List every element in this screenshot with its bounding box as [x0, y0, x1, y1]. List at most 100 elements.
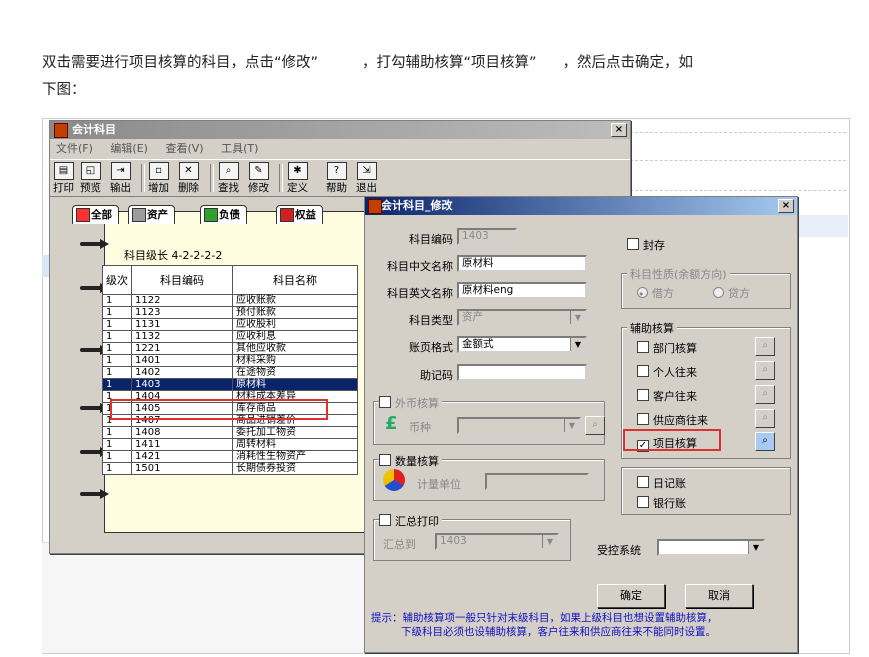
menu-file[interactable]: 文件(F)	[56, 142, 93, 155]
table-row[interactable]: 1 1122 应收账款	[102, 294, 358, 307]
dialog-titlebar[interactable]: 会计科目_修改 ×	[365, 197, 797, 215]
chevron-down-icon: ▼	[542, 535, 557, 548]
type-select: 资产 ▼	[457, 309, 587, 326]
table-row[interactable]: 1 1411 周转材料	[102, 438, 358, 451]
modify-button[interactable]: ✎ 修改	[248, 162, 269, 194]
tab-assets[interactable]: 资产	[128, 205, 175, 224]
help-button[interactable]: ? 帮助	[326, 162, 347, 194]
table-row[interactable]: 1 1501 长期债券投资	[102, 462, 358, 475]
foreign-currency-label: 外币核算	[395, 397, 439, 410]
chevron-down-icon[interactable]: ▼	[748, 541, 763, 554]
exit-button[interactable]: ⇲ 退出	[356, 162, 377, 194]
customer-search-icon[interactable]: ⌕	[755, 385, 775, 404]
department-search-icon[interactable]: ⌕	[755, 337, 775, 356]
add-button[interactable]: ▫ 增加	[148, 162, 169, 194]
table-row[interactable]: 1 1221 其他应收款	[102, 342, 358, 355]
controlled-system-select[interactable]: ▼	[657, 539, 765, 556]
quantity-checkbox[interactable]: 数量核算	[379, 453, 442, 469]
cell-name: 长期债券投资	[232, 462, 358, 475]
table-row[interactable]: 1 1421 消耗性生物资产	[102, 450, 358, 463]
en-name-input[interactable]: 原材料eng	[457, 282, 587, 299]
chevron-down-icon: ▼	[564, 419, 579, 432]
preview-button[interactable]: ◱ 预览	[80, 162, 101, 194]
cell-code: 1401	[131, 354, 233, 367]
summary-print-checkbox[interactable]: 汇总打印	[379, 513, 442, 529]
aux-supplier-checkbox[interactable]: 供应商往来	[637, 412, 708, 428]
personal-search-icon[interactable]: ⌕	[755, 361, 775, 380]
journal-label: 日记账	[653, 477, 686, 490]
cell-level: 1	[102, 354, 132, 367]
cell-code: 1132	[131, 330, 233, 343]
help-icon: ?	[326, 162, 347, 180]
cell-level: 1	[102, 366, 132, 379]
cell-code: 1221	[131, 342, 233, 355]
bg-dashed-line	[630, 190, 846, 191]
bank-checkbox[interactable]: 银行账	[637, 495, 686, 511]
define-button[interactable]: ✱ 定义	[287, 162, 308, 194]
cell-code: 1131	[131, 318, 233, 331]
equity-icon	[280, 208, 294, 222]
assets-icon	[132, 208, 146, 222]
preview-icon: ◱	[80, 162, 101, 180]
print-button[interactable]: ▤ 打印	[53, 162, 74, 194]
format-select[interactable]: 金额式 ▼	[457, 336, 587, 353]
tab-liabilities[interactable]: 负债	[200, 205, 247, 224]
close-button[interactable]: ×	[611, 123, 627, 137]
export-icon: ⇥	[110, 162, 131, 180]
modify-icon: ✎	[248, 162, 269, 180]
aux-accounting-title: 辅助核算	[627, 320, 677, 336]
currency-icon: £	[385, 413, 398, 434]
menu-tools[interactable]: 工具(T)	[221, 142, 258, 155]
aux-department-label: 部门核算	[653, 342, 697, 355]
sealed-checkbox[interactable]: 封存	[627, 237, 665, 253]
table-row[interactable]: 1 1401 材料采购	[102, 354, 358, 367]
find-icon: ⌕	[218, 162, 239, 180]
dialog-close-button[interactable]: ×	[778, 199, 794, 213]
cell-name: 在途物资	[232, 366, 358, 379]
delete-button[interactable]: ✕ 删除	[178, 162, 199, 194]
foreign-currency-checkbox[interactable]: 外币核算	[379, 395, 442, 411]
unit-label: 计量单位	[417, 478, 461, 491]
table-row[interactable]: 1 1408 委托加工物资	[102, 426, 358, 439]
table-row[interactable]: 1 1123 预付账款	[102, 306, 358, 319]
menu-view[interactable]: 查看(V)	[165, 142, 203, 155]
bg-dashed-line	[630, 160, 846, 161]
debit-label: 借方	[652, 287, 674, 300]
cell-name: 应收利息	[232, 330, 358, 343]
mnemonic-input[interactable]	[457, 364, 587, 381]
cell-code: 1501	[131, 462, 233, 475]
ok-button[interactable]: 确定	[597, 584, 665, 608]
find-button[interactable]: ⌕ 查找	[218, 162, 239, 194]
controlled-system-label: 受控系统	[597, 544, 641, 557]
accounts-window-titlebar[interactable]: 会计科目 ×	[50, 121, 630, 139]
table-row[interactable]: 1 1131 应收股利	[102, 318, 358, 331]
journal-checkbox[interactable]: 日记账	[637, 475, 686, 491]
cell-code: 1403	[131, 378, 233, 391]
cancel-button[interactable]: 取消	[685, 584, 753, 608]
menu-edit[interactable]: 编辑(E)	[110, 142, 148, 155]
aux-personal-checkbox[interactable]: 个人往来	[637, 364, 697, 380]
table-row[interactable]: 1 1403 原材料	[102, 378, 358, 391]
tab-equity[interactable]: 权益	[276, 205, 323, 224]
chevron-down-icon[interactable]: ▼	[570, 338, 585, 351]
app-icon	[368, 199, 382, 214]
project-search-icon[interactable]: ⌕	[755, 432, 775, 451]
modify-account-dialog: 会计科目_修改 × 科目编码 1403 科目中文名称 原材料 科目英文名称 原材…	[364, 196, 798, 653]
printer-icon: ▤	[53, 162, 74, 180]
summary-print-label: 汇总打印	[395, 515, 439, 528]
hint-line-1: 提示：辅助核算项一般只针对末级科目，如果上级科目也想设置辅助核算，	[371, 612, 718, 624]
export-button[interactable]: ⇥ 输出	[110, 162, 131, 194]
tab-equity-label: 权益	[295, 209, 316, 221]
aux-customer-checkbox[interactable]: 客户往来	[637, 388, 697, 404]
table-row[interactable]: 1 1132 应收利息	[102, 330, 358, 343]
tab-all[interactable]: 全部	[72, 205, 119, 224]
sealed-label: 封存	[643, 239, 665, 252]
supplier-search-icon[interactable]: ⌕	[755, 409, 775, 428]
balance-direction-title: 科目性质(余额方向)	[627, 266, 730, 282]
instruction-text: 双击需要进行项目核算的科目，点击“修改” ，打勾辅助核算“项目核算” ，然后点击确定…	[42, 50, 842, 104]
cell-level: 1	[102, 378, 132, 391]
aux-department-checkbox[interactable]: 部门核算	[637, 340, 697, 356]
table-row[interactable]: 1 1402 在途物资	[102, 366, 358, 379]
cell-name: 周转材料	[232, 438, 358, 451]
cn-name-input[interactable]: 原材料	[457, 255, 587, 272]
